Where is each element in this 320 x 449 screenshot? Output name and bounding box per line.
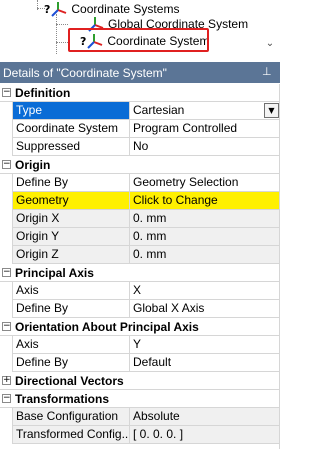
section-orientation[interactable]: − Orientation About Principal Axis bbox=[0, 318, 280, 336]
property-row-base-configuration[interactable]: Base Configuration Absolute bbox=[0, 408, 280, 426]
property-row-transformed-configuration[interactable]: Transformed Config... [ 0. 0. 0. ] bbox=[0, 426, 280, 444]
section-title: Directional Vectors bbox=[15, 374, 124, 388]
collapse-icon[interactable]: − bbox=[2, 322, 11, 331]
property-name: Origin X bbox=[12, 210, 129, 228]
section-directional-vectors[interactable]: + Directional Vectors bbox=[0, 372, 280, 390]
property-name: Base Configuration bbox=[12, 408, 129, 426]
scroll-down-icon[interactable]: ⌄ bbox=[264, 38, 276, 50]
property-row-origin-z[interactable]: Origin Z 0. mm bbox=[0, 246, 280, 264]
section-title: Principal Axis bbox=[15, 266, 94, 280]
grid-right-border bbox=[279, 84, 280, 449]
collapse-icon[interactable]: − bbox=[2, 160, 11, 169]
section-title: Transformations bbox=[15, 392, 110, 406]
property-row-geometry[interactable]: Geometry Click to Change bbox=[0, 192, 280, 210]
property-row-coordinate-system[interactable]: Coordinate System Program Controlled bbox=[0, 120, 280, 138]
property-value: 0. mm bbox=[129, 210, 280, 228]
property-row-orientation-define-by[interactable]: Define By Default bbox=[0, 354, 280, 372]
collapse-icon[interactable]: − bbox=[2, 88, 11, 97]
section-title: Definition bbox=[15, 86, 71, 100]
property-name: Type bbox=[12, 102, 129, 120]
details-grid: − Definition Type Cartesian ▼ Coordinate… bbox=[0, 84, 280, 444]
property-name: Coordinate System bbox=[12, 120, 129, 138]
section-title: Origin bbox=[15, 158, 51, 172]
collapse-icon[interactable]: − bbox=[2, 394, 11, 403]
property-row-origin-define-by[interactable]: Define By Geometry Selection bbox=[0, 174, 280, 192]
property-name: Define By bbox=[12, 174, 129, 192]
section-definition[interactable]: − Definition bbox=[0, 84, 280, 102]
property-value[interactable]: Y bbox=[129, 336, 280, 354]
property-name: Define By bbox=[12, 354, 129, 372]
property-name: Define By bbox=[12, 300, 129, 318]
property-value[interactable]: X bbox=[129, 282, 280, 300]
tree-item-label: Coordinate Systems bbox=[71, 2, 180, 16]
section-transformations[interactable]: − Transformations bbox=[0, 390, 280, 408]
collapse-icon[interactable]: − bbox=[2, 268, 11, 277]
property-value[interactable]: Global X Axis bbox=[129, 300, 280, 318]
property-value[interactable]: Program Controlled bbox=[129, 120, 280, 138]
expand-icon[interactable]: + bbox=[2, 376, 11, 385]
section-title: Orientation About Principal Axis bbox=[15, 320, 199, 334]
property-value[interactable]: No bbox=[129, 138, 280, 156]
property-value: [ 0. 0. 0. ] bbox=[129, 426, 280, 444]
property-row-type[interactable]: Type Cartesian ▼ bbox=[0, 102, 280, 120]
section-origin[interactable]: − Origin bbox=[0, 156, 280, 174]
property-row-suppressed[interactable]: Suppressed No bbox=[0, 138, 280, 156]
coordinate-axes-icon bbox=[51, 2, 67, 17]
property-row-orientation-axis[interactable]: Axis Y bbox=[0, 336, 280, 354]
property-name: Transformed Config... bbox=[12, 426, 129, 444]
property-value[interactable]: Geometry Selection bbox=[129, 174, 280, 192]
type-dropdown[interactable]: Cartesian ▼ bbox=[129, 102, 280, 120]
details-panel-header: Details of "Coordinate System" ⊥ bbox=[0, 62, 280, 83]
property-name: Origin Z bbox=[12, 246, 129, 264]
selection-highlight-box bbox=[68, 28, 209, 52]
property-name: Origin Y bbox=[12, 228, 129, 246]
pin-icon[interactable]: ⊥ bbox=[262, 65, 274, 79]
geometry-click-to-change[interactable]: Click to Change bbox=[129, 192, 280, 210]
dropdown-arrow-icon[interactable]: ▼ bbox=[264, 103, 279, 118]
property-row-principal-axis[interactable]: Axis X bbox=[0, 282, 280, 300]
property-name: Geometry bbox=[12, 192, 129, 210]
property-row-principal-define-by[interactable]: Define By Global X Axis bbox=[0, 300, 280, 318]
property-row-origin-y[interactable]: Origin Y 0. mm bbox=[0, 228, 280, 246]
property-value[interactable]: Default bbox=[129, 354, 280, 372]
status-question-icon: ? bbox=[44, 2, 51, 16]
details-title: Details of "Coordinate System" bbox=[3, 65, 167, 80]
property-value: Absolute bbox=[129, 408, 280, 426]
property-value: 0. mm bbox=[129, 246, 280, 264]
property-row-origin-x[interactable]: Origin X 0. mm bbox=[0, 210, 280, 228]
property-name: Axis bbox=[12, 336, 129, 354]
property-value: 0. mm bbox=[129, 228, 280, 246]
outline-tree: − ? Coordinate Systems Global Coordinate… bbox=[0, 0, 280, 60]
section-principal-axis[interactable]: − Principal Axis bbox=[0, 264, 280, 282]
property-name: Suppressed bbox=[12, 138, 129, 156]
property-value: Cartesian bbox=[133, 103, 185, 117]
property-name: Axis bbox=[12, 282, 129, 300]
